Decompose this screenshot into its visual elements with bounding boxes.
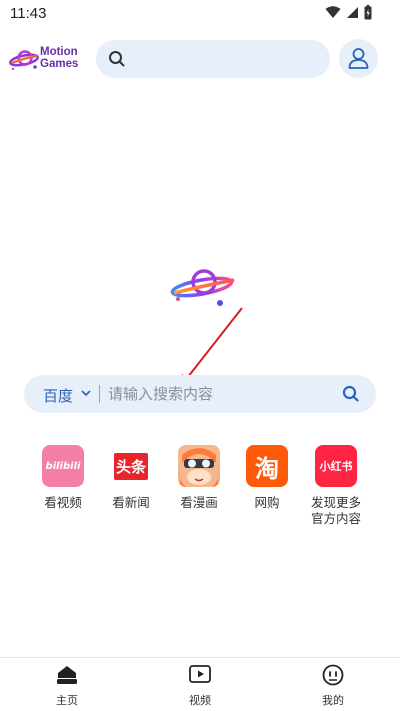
top-search-bar[interactable]	[96, 40, 330, 78]
nav-me[interactable]: 我的	[303, 664, 363, 708]
nav-video[interactable]: 视频	[170, 664, 230, 708]
status-bar: 11:43	[0, 0, 400, 28]
header: Motion Games	[0, 38, 400, 80]
shortcut-label: 看漫画	[180, 495, 218, 510]
toutiao-icon: 头条	[110, 445, 152, 487]
search-button-icon[interactable]	[342, 385, 360, 403]
shortcut-comic[interactable]: 看漫画	[163, 445, 235, 511]
status-icons	[325, 5, 372, 20]
shortcut-label: 看视频	[44, 495, 82, 510]
chevron-down-icon[interactable]	[81, 390, 91, 397]
video-icon	[189, 665, 211, 683]
home-icon	[57, 666, 77, 684]
nav-me-label: 我的	[322, 694, 344, 707]
planet-logo-icon	[9, 50, 39, 71]
face-icon	[322, 664, 344, 686]
bilibili-icon: bilibili	[42, 445, 84, 487]
nav-home-label: 主页	[56, 694, 78, 707]
taobao-icon: 淘	[246, 445, 288, 487]
user-icon	[348, 48, 369, 69]
shortcut-label: 发现更多 官方内容	[310, 495, 361, 526]
shortcut-label: 看新闻	[112, 495, 150, 510]
nav-home[interactable]: 主页	[37, 664, 97, 708]
signal-icon	[347, 7, 358, 18]
logo-text: Motion Games	[40, 46, 78, 70]
search-engine-selector[interactable]: 百度	[43, 385, 73, 406]
shortcut-shopping[interactable]: 淘 网购	[231, 445, 303, 511]
main-search-bar: 百度	[24, 375, 376, 413]
search-icon	[109, 51, 125, 67]
nav-video-label: 视频	[189, 694, 211, 707]
battery-icon	[364, 5, 372, 20]
logo-line2: Games	[40, 58, 79, 70]
shortcut-label: 网购	[254, 495, 280, 510]
status-time: 11:43	[10, 5, 47, 22]
comic-character-icon	[178, 445, 220, 487]
shortcut-discover[interactable]: 小红书 发现更多 官方内容	[300, 445, 372, 527]
divider	[99, 385, 100, 403]
shortcut-video[interactable]: bilibili 看视频	[27, 445, 99, 511]
logo-line1: Motion	[40, 46, 78, 58]
profile-button[interactable]	[339, 39, 378, 78]
xiaohongshu-icon: 小红书	[315, 445, 357, 487]
search-input[interactable]	[108, 379, 328, 409]
bottom-nav: 主页 视频 我的	[0, 657, 400, 711]
wifi-icon	[325, 6, 341, 18]
shortcut-news[interactable]: 头条 看新闻	[95, 445, 167, 511]
app-logo[interactable]: Motion Games	[8, 44, 90, 76]
